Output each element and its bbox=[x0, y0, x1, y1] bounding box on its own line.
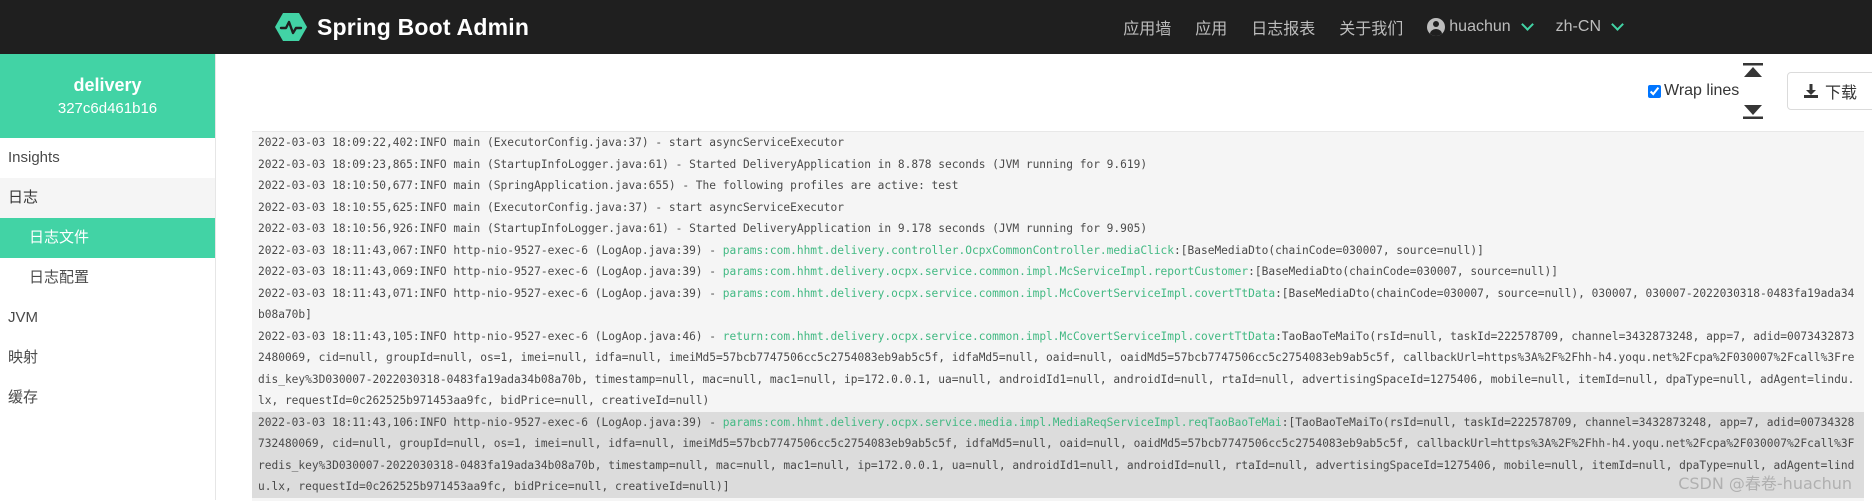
log-line: 2022-03-03 18:11:43,071:INFO http-nio-95… bbox=[252, 283, 1864, 326]
log-line-payload: :[BaseMediaDto(chainCode=030007, source=… bbox=[1248, 265, 1558, 278]
log-line: 2022-03-03 18:10:56,926:INFO main (Start… bbox=[252, 218, 1864, 240]
chevron-down-icon bbox=[1611, 18, 1624, 31]
log-line-prefix: 2022-03-03 18:10:56,926:INFO main (Start… bbox=[258, 222, 1148, 235]
log-line-prefix: 2022-03-03 18:11:43,069:INFO http-nio-95… bbox=[258, 265, 723, 278]
wrap-lines-checkbox[interactable] bbox=[1648, 84, 1661, 98]
log-line-prefix: 2022-03-03 18:11:43,067:INFO http-nio-95… bbox=[258, 243, 723, 257]
logfile-panel[interactable]: 2022-03-03 18:09:22,402:INFO main (Execu… bbox=[252, 131, 1864, 501]
app-name: delivery bbox=[73, 75, 142, 95]
locale-menu[interactable]: zh-CN bbox=[1555, 18, 1624, 36]
brand[interactable]: Spring Boot Admin bbox=[275, 0, 529, 54]
log-line-method: params:com.hhmt.delivery.ocpx.service.co… bbox=[722, 265, 1249, 278]
nav-item-about[interactable]: 关于我们 bbox=[1339, 15, 1403, 39]
log-line-prefix: 2022-03-03 18:10:50,677:INFO main (Sprin… bbox=[258, 179, 959, 192]
log-line-method: params:com.hhmt.delivery.controller.Ocpx… bbox=[722, 243, 1175, 257]
log-line-payload: :[BaseMediaDto(chainCode=030007, source=… bbox=[1174, 243, 1484, 257]
locale-label: zh-CN bbox=[1555, 18, 1601, 35]
download-label: 下载 bbox=[1825, 85, 1858, 102]
log-line: 2022-03-03 18:10:55,625:INFO main (Execu… bbox=[252, 197, 1864, 219]
log-line: 2022-03-03 18:11:43,105:INFO http-nio-95… bbox=[252, 326, 1864, 412]
download-button[interactable]: 下载 bbox=[1787, 72, 1872, 110]
user-name: huachun bbox=[1449, 18, 1511, 35]
log-line-prefix: 2022-03-03 18:11:43,105:INFO http-nio-95… bbox=[258, 329, 723, 343]
scroll-to-bottom-icon[interactable] bbox=[1742, 102, 1764, 120]
log-line-method: params:com.hhmt.delivery.ocpx.service.me… bbox=[722, 415, 1282, 429]
log-line-prefix: 2022-03-03 18:09:22,402:INFO main (Execu… bbox=[258, 136, 844, 149]
scroll-to-top-icon[interactable] bbox=[1742, 62, 1764, 80]
log-line: 2022-03-03 18:11:43,069:INFO http-nio-95… bbox=[252, 261, 1864, 283]
log-line: 2022-03-03 18:09:22,402:INFO main (Execu… bbox=[252, 132, 1864, 154]
log-line: 2022-03-03 18:11:43,106:INFO http-nio-95… bbox=[252, 411, 1864, 498]
log-line-prefix: 2022-03-03 18:11:43,106:INFO http-nio-95… bbox=[258, 415, 723, 429]
brand-logo-icon bbox=[275, 13, 307, 41]
sidebar-item-insights[interactable]: Insights bbox=[0, 138, 215, 178]
sidebar-item-caches[interactable]: 缓存 bbox=[0, 378, 215, 418]
sidebar-item-logging[interactable]: 日志 bbox=[0, 178, 215, 218]
nav-item-log-report[interactable]: 日志报表 bbox=[1251, 15, 1315, 39]
download-icon bbox=[1804, 84, 1818, 98]
sidebar-item-mappings[interactable]: 映射 bbox=[0, 338, 215, 378]
watermark: CSDN @春卷-huachun bbox=[1678, 474, 1852, 493]
log-line-prefix: 2022-03-03 18:11:43,071:INFO http-nio-95… bbox=[258, 286, 723, 300]
log-line-method: params:com.hhmt.delivery.ocpx.service.co… bbox=[722, 286, 1276, 300]
log-line: 2022-03-03 18:10:50,677:INFO main (Sprin… bbox=[252, 175, 1864, 197]
log-line-prefix: 2022-03-03 18:10:55,625:INFO main (Execu… bbox=[258, 200, 844, 214]
instance-header: delivery 327c6d461b16 bbox=[0, 54, 215, 138]
nav-item-applications[interactable]: 应用 bbox=[1195, 15, 1227, 39]
user-icon bbox=[1427, 18, 1446, 36]
chevron-down-icon bbox=[1520, 18, 1534, 31]
sidebar-item-logfile[interactable]: 日志文件 bbox=[0, 218, 215, 258]
wrap-lines-label: Wrap lines bbox=[1664, 82, 1740, 99]
app-id: 327c6d461b16 bbox=[57, 100, 158, 117]
log-line: 2022-03-03 18:11:43,067:INFO http-nio-95… bbox=[252, 240, 1864, 262]
brand-title: Spring Boot Admin bbox=[317, 13, 530, 40]
sidebar-item-loggers[interactable]: 日志配置 bbox=[0, 258, 215, 298]
user-menu[interactable]: huachun bbox=[1427, 18, 1534, 36]
nav-item-app-wall[interactable]: 应用墙 bbox=[1123, 15, 1171, 39]
log-line-method: return:com.hhmt.delivery.ocpx.service.co… bbox=[722, 329, 1276, 343]
scroll-buttons bbox=[1742, 62, 1764, 122]
sidebar-item-jvm[interactable]: JVM bbox=[0, 298, 215, 338]
log-line-prefix: 2022-03-03 18:09:23,865:INFO main (Start… bbox=[258, 157, 1148, 171]
navbar-menu: 应用墙 应用 日志报表 关于我们 huachun zh-CN bbox=[1099, 0, 1624, 54]
log-line: 2022-03-03 18:09:23,865:INFO main (Start… bbox=[252, 154, 1864, 176]
top-navbar: Spring Boot Admin 应用墙 应用 日志报表 关于我们 huach… bbox=[0, 0, 1872, 54]
sidebar: delivery 327c6d461b16 Insights 日志 日志文件 日… bbox=[0, 54, 216, 500]
wrap-lines-toggle[interactable]: Wrap lines bbox=[1648, 82, 1739, 100]
